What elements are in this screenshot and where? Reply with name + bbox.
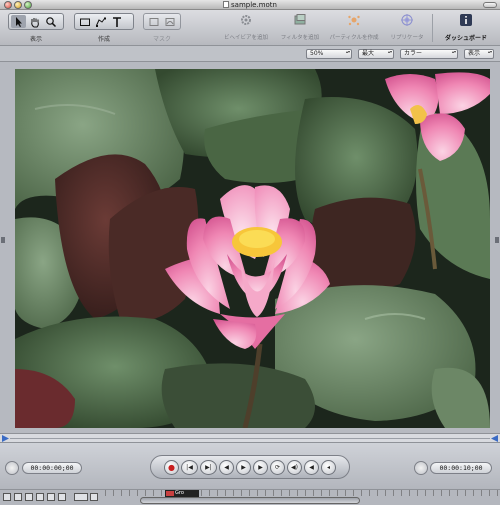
title-bar: sample.motn [0,0,500,10]
zoom-select[interactable]: 50% [306,49,352,59]
go-to-start-button[interactable]: |◀ [181,459,198,475]
canvas-left-handle [1,237,5,243]
filter-icon [294,14,306,25]
mini-timeline-track[interactable] [10,438,490,439]
panel-toggle-icon[interactable] [3,493,11,501]
step-back-button[interactable]: ◀ [219,459,234,475]
timeline-strip: Gro [0,489,500,505]
transport-button-group: ● |◀ ▶| ◀ ▶ ▶ ⟳ ◀) ◀ ◂ [150,455,350,479]
document-icon [223,1,230,8]
transport-controls: 00:00:00;00 ● |◀ ▶| ◀ ▶ ▶ ⟳ ◀) ◀ ◂ 00:00… [0,443,500,489]
marker-button[interactable]: ◂ [321,459,336,475]
toolbar: 表示 作成 マスク ビヘイビアを追加 フィルタを追加 パーティクルを作成 リプリ… [0,10,500,46]
in-point-marker[interactable] [2,435,9,442]
resolution-select[interactable]: 最大 [358,49,394,59]
step-forward-button[interactable]: ▶ [253,459,268,475]
channel-select[interactable]: カラー [400,49,458,59]
view-select[interactable]: 表示 [464,49,494,59]
canvas-right-handle [495,237,499,243]
out-point-marker[interactable] [491,435,498,442]
dashboard-button[interactable]: ダッシュボード [438,13,494,42]
info-icon [460,14,472,26]
replicate-button[interactable]: リプリケータ [379,13,435,41]
speaker-icon[interactable] [14,493,22,501]
grid-icon[interactable] [36,493,44,501]
zoom-in-icon[interactable] [90,493,98,501]
view-group-label: 表示 [29,36,42,43]
add-filter-button[interactable]: フィルタを追加 [272,13,328,41]
toolbar-toggle-button[interactable] [483,2,497,8]
go-to-end-button[interactable]: ▶| [200,459,217,475]
mini-timeline[interactable] [0,433,500,443]
timeline-scrollbar[interactable] [140,497,360,504]
text-tool-icon[interactable] [109,15,124,28]
toolbar-divider [432,14,433,42]
canvas-controls-bar: 50% 最大 カラー 表示 [0,46,500,62]
current-time-icon [5,461,19,475]
duration-icon [414,461,428,475]
window-title: sample.motn [231,1,277,9]
canvas-area [0,62,500,433]
pen-tool-icon[interactable] [93,15,108,28]
rectangle-tool-icon[interactable] [77,15,92,28]
create-tool-group [74,13,134,30]
hand-tool-icon[interactable] [27,15,42,28]
current-time-field[interactable]: 00:00:00;00 [22,462,82,474]
audio-button[interactable]: ◀) [287,459,302,475]
view-tool-group [8,13,64,30]
make-particles-button[interactable]: パーティクルを作成 [326,13,382,41]
add-behavior-label: ビヘイビアを追加 [223,35,268,41]
particle-icon [348,15,360,26]
mask-bezier-icon[interactable] [162,15,177,28]
make-particles-label: パーティクルを作成 [329,35,379,41]
keyframe-icon[interactable] [25,493,33,501]
water-lily-image [15,69,490,428]
fit-icon[interactable] [47,493,55,501]
dashboard-label: ダッシュボード [444,35,487,42]
add-filter-label: フィルタを追加 [280,35,320,41]
canvas-viewer[interactable] [15,69,490,428]
loop-button[interactable]: ⟳ [270,459,285,475]
zoom-out-icon[interactable] [74,493,88,501]
create-group-label: 作成 [97,36,110,43]
mask-group-label: マスク [152,36,171,43]
arrow-tool-icon[interactable] [11,15,26,28]
duration-field[interactable]: 00:00:10;00 [430,462,492,474]
record-button[interactable]: ● [164,459,179,475]
zoom-tool-icon[interactable] [43,15,58,28]
window-title-container: sample.motn [0,0,500,10]
add-behavior-button[interactable]: ビヘイビアを追加 [218,13,274,41]
lock-icon[interactable] [58,493,66,501]
mute-button[interactable]: ◀ [304,459,319,475]
replicate-label: リプリケータ [390,35,424,41]
gear-icon [241,15,251,25]
mask-tool-group [143,13,181,30]
mask-rectangle-icon[interactable] [146,15,161,28]
layer-chip[interactable]: Gro [165,490,199,497]
play-button[interactable]: ▶ [236,459,251,475]
replicator-icon [401,14,413,26]
